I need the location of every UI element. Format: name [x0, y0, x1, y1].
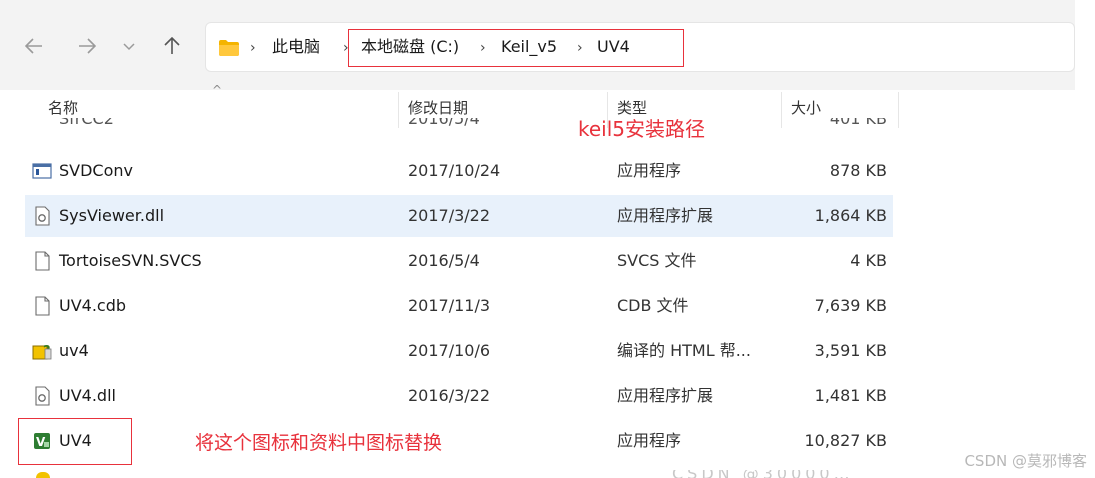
file-date: 2017/10/6 [408, 341, 491, 360]
breadcrumb-separator-icon: › [250, 40, 256, 56]
file-row-partial[interactable]: SfrCC2 2016/5/4 401 KB [25, 118, 893, 140]
file-type: 应用程序扩展 [617, 206, 714, 225]
file-date: 2017/10/24 [408, 161, 501, 180]
file-row[interactable]: TortoiseSVN.SVCS 2016/5/4 SVCS 文件 4 KB [25, 240, 893, 282]
sort-ascending-icon: ^ [212, 83, 223, 97]
file-size: 1,481 KB [814, 386, 887, 405]
file-row[interactable]: UV4.dll 2016/3/22 应用程序扩展 1,481 KB [25, 375, 893, 417]
file-name: uv4 [59, 341, 89, 360]
file-name: SfrCC2 [59, 118, 114, 128]
file-size: 3,591 KB [814, 341, 887, 360]
file-date: 2017/11/3 [408, 296, 491, 315]
chm-help-icon: ? [32, 344, 52, 360]
breadcrumb-this-pc[interactable]: 此电脑 [272, 36, 320, 58]
column-header-size[interactable]: 大小 [791, 97, 821, 118]
file-row[interactable]: UV4.cdb 2017/11/3 CDB 文件 7,639 KB [25, 285, 893, 327]
dll-file-icon [35, 206, 50, 226]
arrow-right-icon[interactable] [73, 32, 101, 60]
file-type: SVCS 文件 [617, 251, 697, 270]
file-date: 2016/5/4 [408, 118, 480, 128]
column-header-name[interactable]: 名称 [48, 97, 78, 118]
uv4-highlight-box [18, 418, 132, 465]
replace-icon-annotation: 将这个图标和资料中图标替换 [195, 432, 443, 454]
file-size: 401 KB [829, 118, 887, 128]
file-size: 7,639 KB [814, 296, 887, 315]
file-name: SVDConv [59, 161, 133, 180]
column-divider[interactable] [898, 92, 899, 128]
arrow-left-icon[interactable] [20, 32, 48, 60]
file-icon-partial [36, 472, 50, 478]
chevron-down-icon[interactable] [115, 32, 143, 60]
file-date: 2017/3/22 [408, 206, 491, 225]
column-header-date[interactable]: 修改日期 [408, 97, 468, 118]
file-row[interactable]: V UV4 应用程序 10,827 KB [25, 420, 893, 462]
file-size: 10,827 KB [804, 431, 887, 450]
file-date: 2016/5/4 [408, 251, 480, 270]
file-row[interactable]: SVDConv 2017/10/24 应用程序 878 KB [25, 150, 893, 192]
blank-file-icon [35, 251, 50, 271]
file-date: 2016/3/22 [408, 386, 491, 405]
file-size: 1,864 KB [814, 206, 887, 225]
file-row[interactable]: ? uv4 2017/10/6 编译的 HTML 帮... 3,591 KB [25, 330, 893, 372]
bottom-faint-label: CSDN @30000… [672, 470, 854, 478]
file-type: 应用程序 [617, 161, 682, 180]
file-type: 应用程序 [617, 431, 682, 450]
file-size: 878 KB [829, 161, 887, 180]
file-name: SysViewer.dll [59, 206, 165, 225]
path-highlight-box [348, 29, 684, 67]
bottom-faint-text: CSDN @30000… [672, 470, 1072, 478]
file-name: TortoiseSVN.SVCS [59, 251, 202, 270]
arrow-up-icon[interactable] [158, 32, 186, 60]
watermark: CSDN @莫邪博客 [964, 452, 1087, 470]
install-path-annotation: keil5安装路径 [578, 117, 706, 141]
file-type: CDB 文件 [617, 296, 689, 315]
file-name: UV4.dll [59, 386, 116, 405]
file-name: UV4.cdb [59, 296, 127, 315]
file-type: 编译的 HTML 帮... [617, 341, 751, 360]
folder-icon [219, 40, 239, 56]
file-type: 应用程序扩展 [617, 386, 714, 405]
dll-file-icon [35, 386, 50, 406]
blank-file-icon [35, 296, 50, 316]
application-icon [32, 163, 52, 179]
file-row[interactable]: SysViewer.dll 2017/3/22 应用程序扩展 1,864 KB [25, 195, 893, 237]
file-size: 4 KB [850, 251, 887, 270]
